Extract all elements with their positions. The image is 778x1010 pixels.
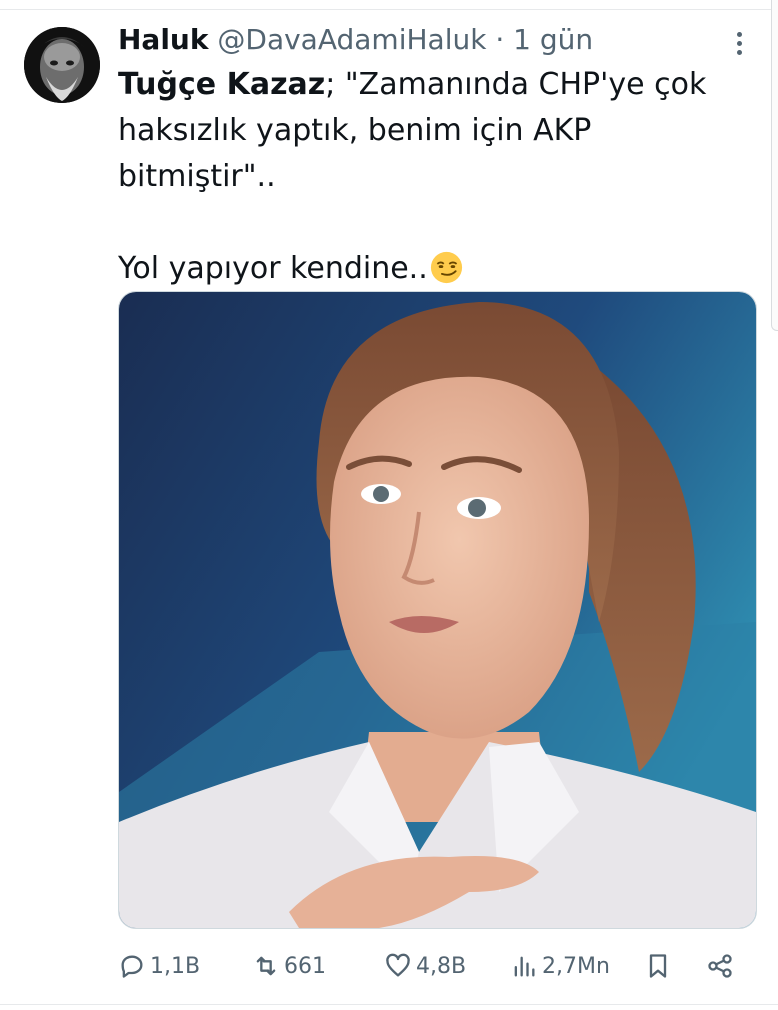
smirking-face-emoji-icon [430,251,462,284]
views-button[interactable]: 2,7Mn [510,944,610,988]
bottom-divider [0,1004,778,1005]
share-button[interactable] [706,944,738,988]
tweet-actions: 1,1B 661 4,8B 2,7Mn [118,944,758,988]
avatar-image [24,27,100,103]
tweet-line-4: Yol yapıyor kendine.. [118,246,738,292]
bookmark-icon [649,954,667,978]
tweet-line-4-text: Yol yapıyor kendine.. [118,251,428,286]
tweet-media[interactable] [118,291,757,929]
separator-dot: · [495,23,505,56]
tweet-line-1-rest: ; "Zamanında CHP'ye çok [325,67,707,102]
quoted-person: Tuğçe Kazaz [118,67,326,102]
like-count: 4,8B [416,953,467,979]
tweet-line-3: bitmiştir".. [118,159,276,194]
top-divider [0,9,778,10]
author-handle[interactable]: @DavaAdamiHaluk [217,23,486,56]
like-button[interactable]: 4,8B [384,944,466,988]
retweet-button[interactable]: 661 [252,944,326,988]
author-name[interactable]: Haluk [118,23,208,56]
avatar[interactable] [24,27,100,103]
tweet-time[interactable]: 1 gün [513,23,593,56]
views-icon [514,956,535,977]
reply-count: 1,1B [150,953,201,979]
tweet-text: Tuğçe Kazaz; "Zamanında CHP'ye çok haksı… [118,62,738,292]
bookmark-button[interactable] [644,944,676,988]
tweet-header: Haluk @DavaAdamiHaluk · 1 gün [118,22,593,58]
more-options-icon[interactable] [730,28,748,62]
tweet-line-1: Tuğçe Kazaz; "Zamanında CHP'ye çok [118,62,738,108]
tweet-line-2: haksızlık yaptık, benim için AKP [118,113,592,148]
share-icon [708,954,732,978]
views-count: 2,7Mn [542,953,610,979]
tweet-photo [119,292,756,928]
reply-button[interactable]: 1,1B [118,944,200,988]
reply-icon [121,955,143,978]
scroll-edge [771,0,778,331]
retweet-count: 661 [284,953,326,979]
heart-icon [386,953,410,977]
retweet-icon [256,956,276,976]
